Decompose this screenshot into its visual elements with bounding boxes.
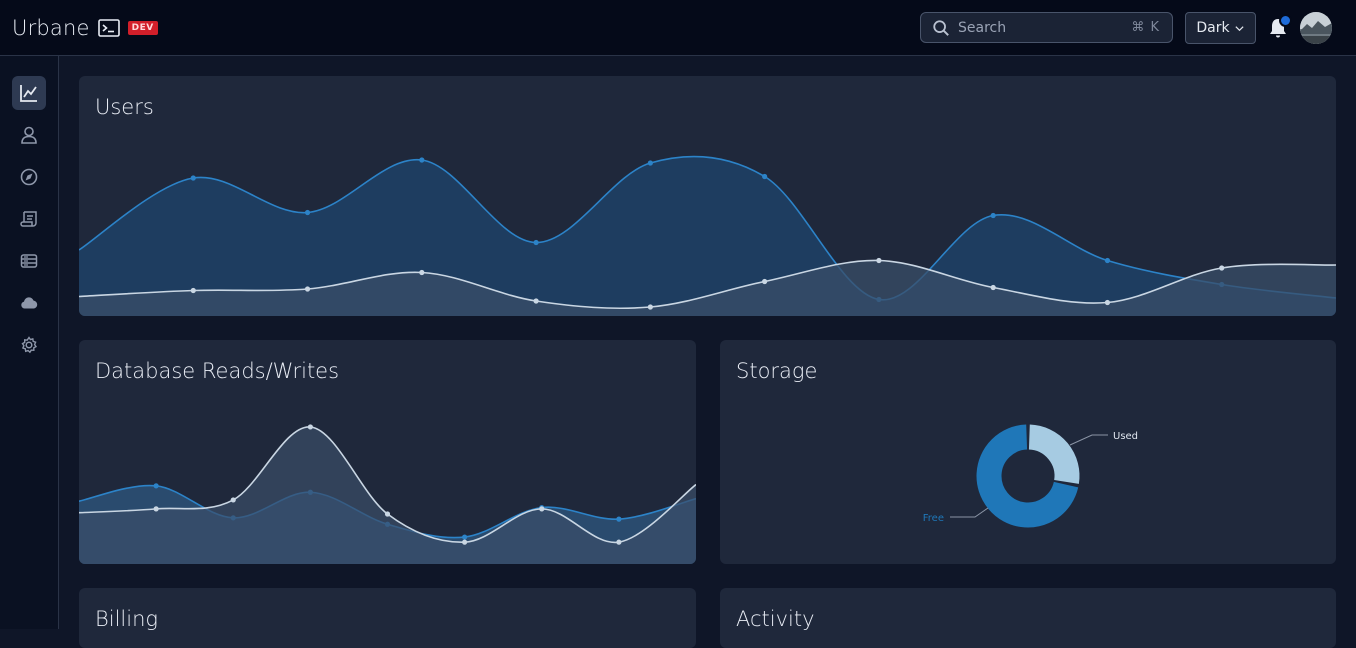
- user-icon: [21, 126, 37, 144]
- sidebar-item-scripts[interactable]: [12, 202, 46, 236]
- search-placeholder: Search: [958, 19, 1007, 36]
- storage-chart: Used Free: [923, 424, 1138, 528]
- db-point[interactable]: [616, 516, 622, 522]
- activity-card-title: Activity: [736, 607, 815, 631]
- storage-card: Storage Used Free: [720, 340, 1336, 564]
- db-point[interactable]: [384, 511, 391, 517]
- db-point[interactable]: [153, 483, 159, 489]
- users-point[interactable]: [1104, 257, 1111, 264]
- storage-leader-line: [950, 507, 989, 518]
- search-icon: [933, 19, 949, 36]
- users-card: Users: [79, 76, 1336, 316]
- db-point[interactable]: [230, 497, 236, 503]
- storage-leader-line: [1069, 434, 1108, 446]
- avatar[interactable]: [1300, 12, 1332, 44]
- storage-label-used: Used: [1113, 431, 1138, 442]
- gear-icon: [21, 336, 38, 354]
- users-point[interactable]: [990, 212, 996, 219]
- db-point[interactable]: [616, 539, 622, 545]
- theme-label: Dark: [1196, 20, 1230, 36]
- server-icon: [20, 254, 38, 268]
- users-chart: [79, 155, 1336, 316]
- sidebar-item-cloud[interactable]: [12, 286, 46, 320]
- sidebar-item-analytics[interactable]: [12, 76, 46, 110]
- users-point[interactable]: [1219, 265, 1225, 271]
- chevron-down-icon: [1235, 25, 1244, 31]
- storage-label-free: Free: [923, 513, 944, 524]
- users-point[interactable]: [762, 278, 768, 285]
- top-bar: Urbane DEV Search ⌘ K Dark: [0, 0, 1356, 56]
- brand[interactable]: Urbane DEV: [12, 14, 158, 42]
- storage-slice-used[interactable]: [1028, 424, 1080, 484]
- env-badge: DEV: [127, 21, 158, 35]
- sidebar-item-settings[interactable]: [12, 328, 46, 362]
- billing-card-title: Billing: [95, 607, 158, 631]
- sidebar: [0, 56, 59, 629]
- users-point[interactable]: [990, 284, 996, 291]
- users-point[interactable]: [419, 269, 425, 276]
- users-point[interactable]: [190, 175, 196, 181]
- users-point[interactable]: [876, 257, 882, 264]
- db-card-title: Database Reads/Writes: [95, 359, 340, 383]
- db-point[interactable]: [307, 424, 313, 430]
- sidebar-item-explore[interactable]: [12, 160, 46, 194]
- sidebar-item-database[interactable]: [12, 244, 46, 278]
- compass-icon: [20, 168, 38, 186]
- scroll-icon: [20, 211, 37, 227]
- users-point[interactable]: [1104, 299, 1111, 306]
- users-point[interactable]: [190, 287, 196, 294]
- terminal-icon: [97, 19, 120, 37]
- users-point[interactable]: [533, 298, 539, 304]
- theme-select[interactable]: Dark: [1185, 12, 1256, 44]
- users-card-title: Users: [95, 95, 154, 119]
- users-point[interactable]: [304, 286, 311, 292]
- db-point[interactable]: [153, 506, 159, 512]
- db-card: Database Reads/Writes: [79, 340, 696, 564]
- search-shortcut: ⌘ K: [1131, 20, 1160, 35]
- db-point[interactable]: [462, 534, 468, 540]
- chart-line-icon: [20, 85, 37, 102]
- cloud-icon: [21, 297, 38, 309]
- db-point[interactable]: [539, 506, 545, 512]
- activity-card: Activity: [720, 588, 1336, 648]
- users-point[interactable]: [419, 157, 425, 163]
- billing-card: Billing: [79, 588, 696, 648]
- app-name: Urbane: [12, 16, 90, 40]
- users-point[interactable]: [533, 239, 539, 246]
- users-point[interactable]: [304, 209, 311, 216]
- users-point[interactable]: [762, 173, 768, 180]
- db-point[interactable]: [462, 539, 468, 545]
- notification-badge: [1279, 14, 1292, 27]
- search-input[interactable]: Search ⌘ K: [920, 12, 1173, 43]
- users-point[interactable]: [647, 304, 653, 310]
- sidebar-item-users[interactable]: [12, 118, 46, 152]
- users-point[interactable]: [647, 160, 653, 166]
